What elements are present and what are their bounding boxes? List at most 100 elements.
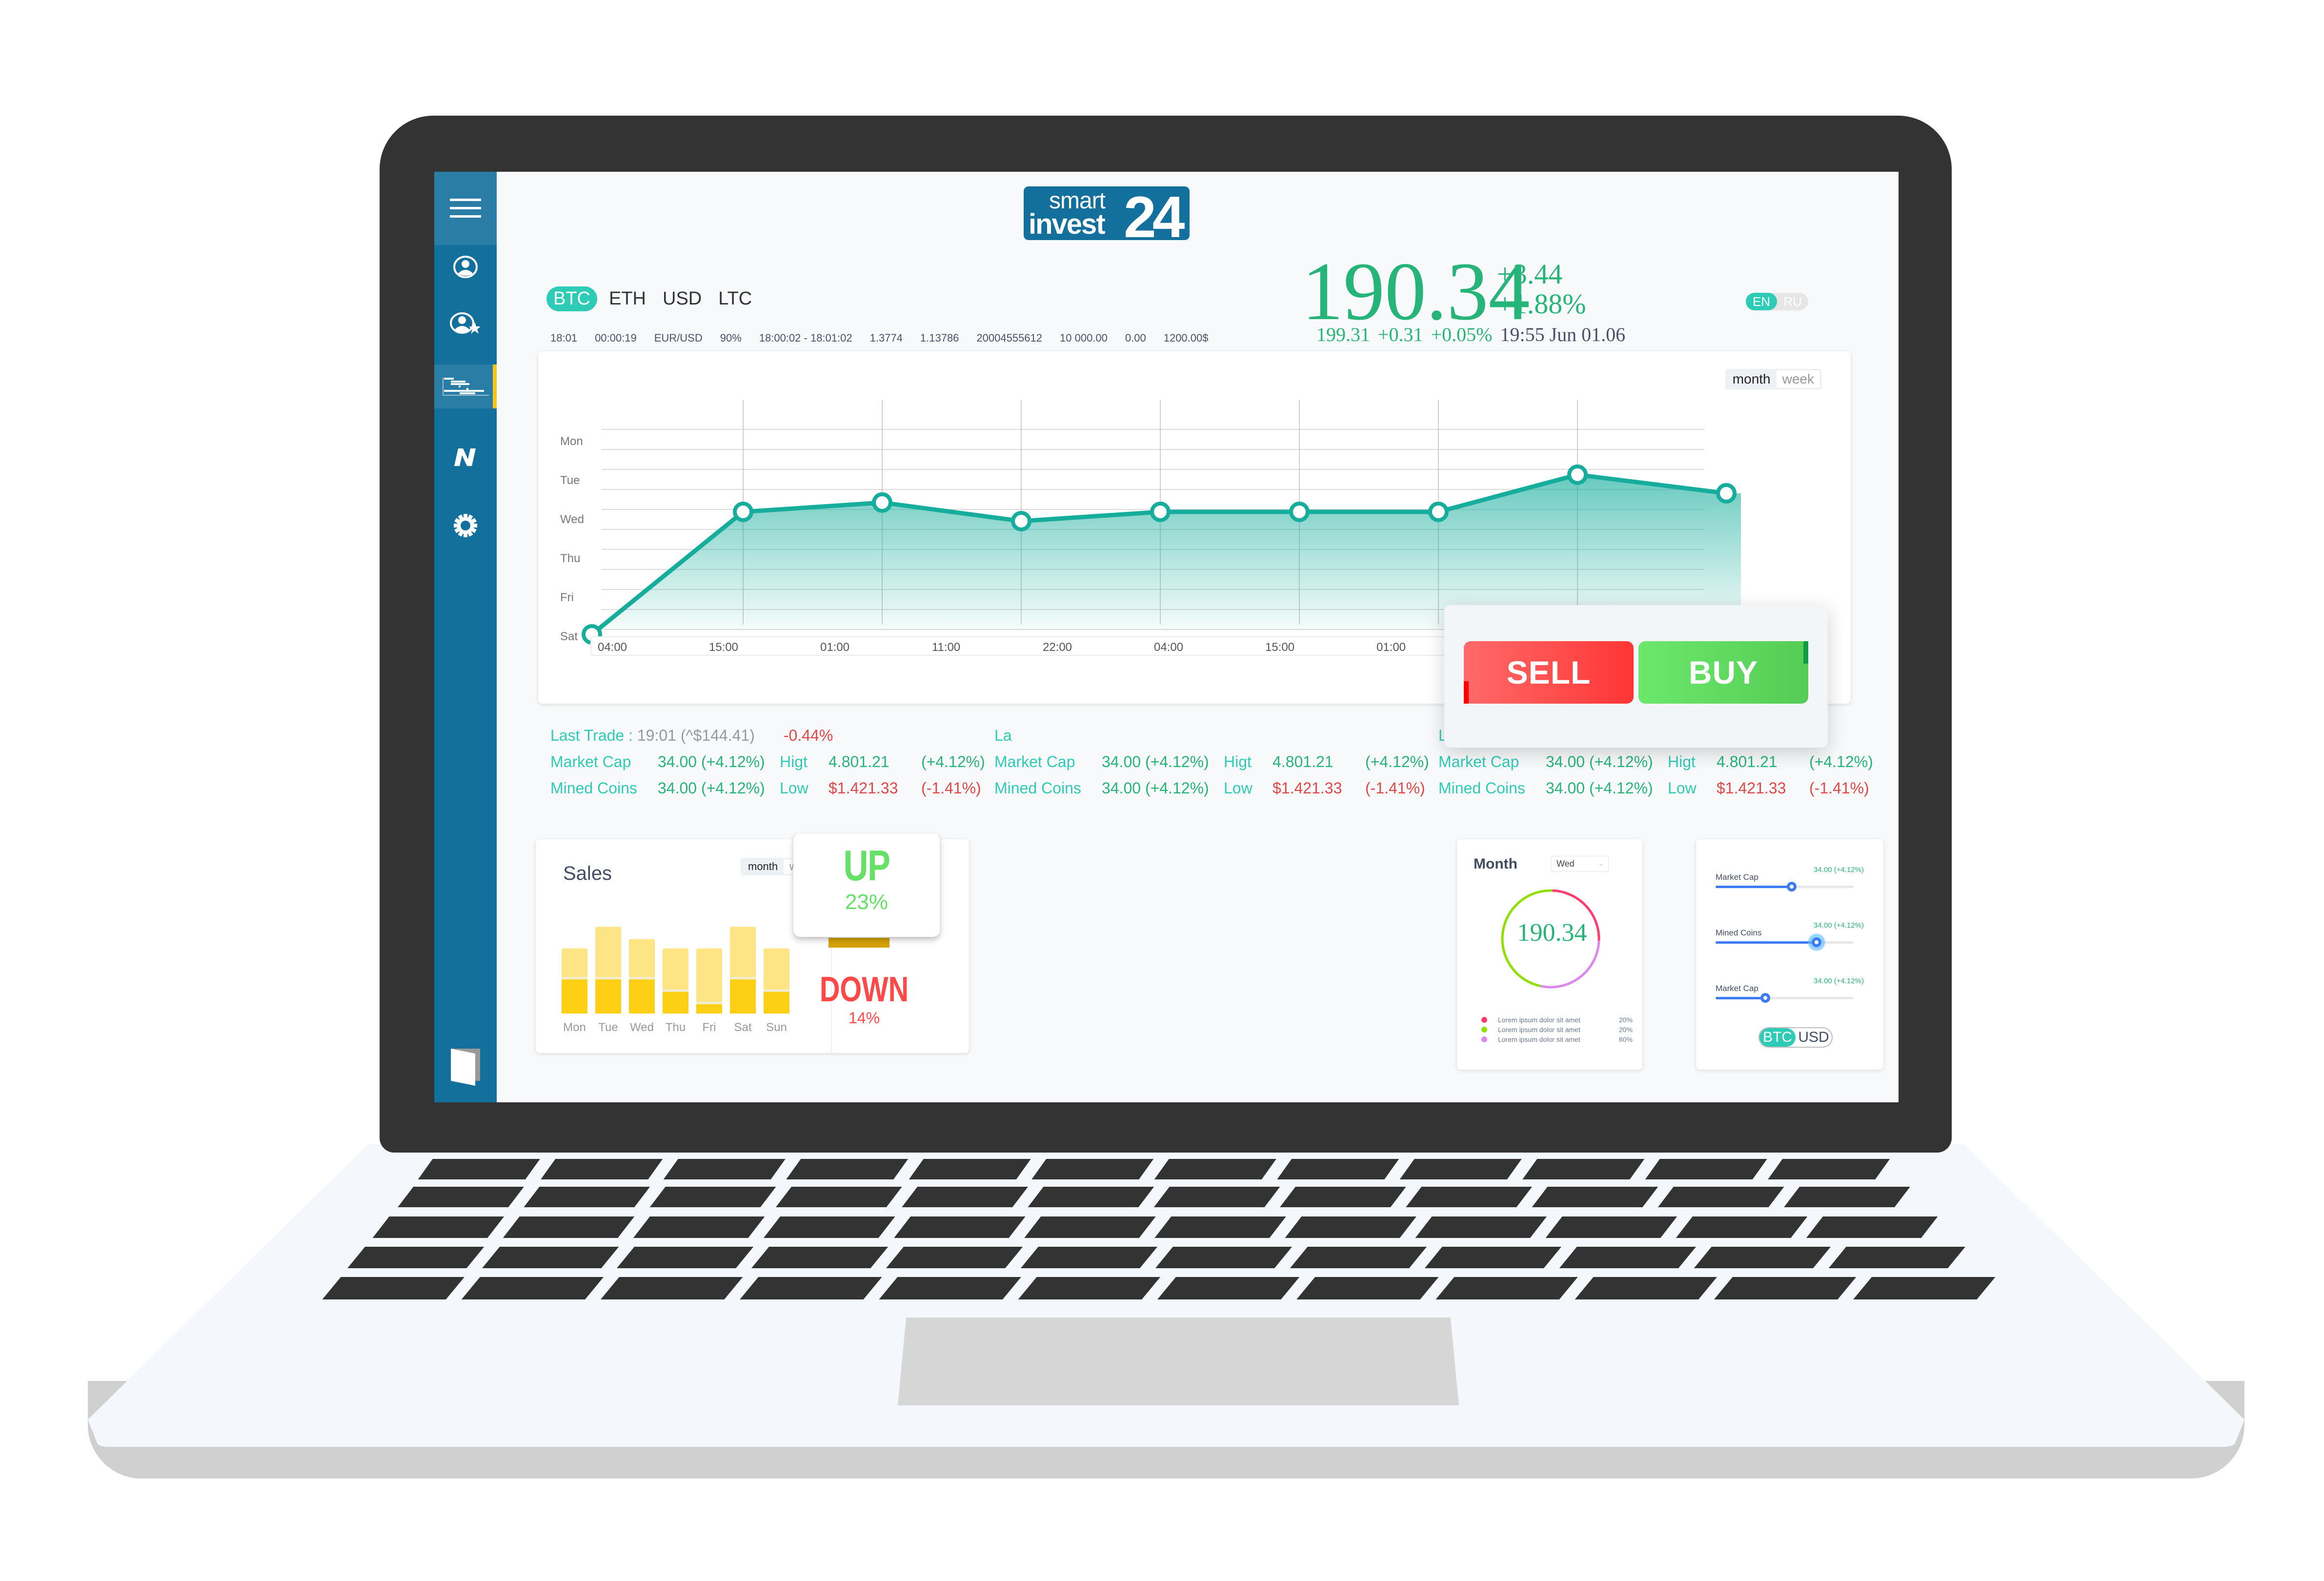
last-trade-label: La [994,727,1012,744]
keyboard-key [1020,1247,1158,1268]
keyboard-key [1853,1277,1996,1299]
sidebar-item-favorites[interactable] [434,289,497,357]
slider-market-cap-2: Market Cap 34.00 (+4.12%) [1716,977,1864,1003]
day-select-value: Wed [1556,858,1575,869]
high-label: Higt [780,753,808,770]
keyboard-key [1153,1187,1280,1207]
high-value: 4.801.21 [1717,753,1778,770]
tab-ltc[interactable]: LTC [713,286,757,311]
ticker-row: 18:01 00:00:19 EUR/USD 90% 18:00:02 - 18… [550,332,1208,345]
mined-coins-label: Mined Coins [994,779,1081,797]
bar-primary [663,992,688,1013]
keyboard-key [1154,1159,1276,1179]
n-logo-icon [454,448,476,466]
legend-dot [1481,1017,1487,1023]
ticker-item: 10 000.00 [1060,332,1108,344]
data-point [1428,501,1449,522]
slider-label: Market Cap [1716,984,1758,993]
market-cap-value: 34.00 (+4.12%) [658,753,765,770]
low-value: $1.421.33 [1717,779,1786,797]
sell-button[interactable]: SELL [1464,641,1634,704]
x-tick-label: 04:00 [1154,641,1183,654]
sidebar-item-gantt[interactable] [434,365,497,408]
keyboard-key [1277,1159,1399,1179]
bar-divider [696,1001,722,1004]
bar-primary [562,979,587,1013]
x-tick-label: 04:00 [598,641,627,654]
keyboard-key [1031,1159,1154,1179]
slider-handle[interactable] [1786,882,1797,892]
period-month[interactable]: month [742,859,784,874]
price-subline: 199.31 +0.31 +0.05% 19:55 Jun 01.06 [1316,323,1625,346]
x-tick-label: 15:00 [1265,641,1294,654]
sub-change-pct: +0.05% [1431,324,1493,345]
tab-btc[interactable]: BTC [546,286,597,311]
up-card: UP 23% [793,833,940,937]
bar-divider [663,989,688,992]
slider-fill [1716,997,1765,999]
hamburger-icon [450,199,481,218]
last-trade-value: 19:01 (^$144.41) [637,727,755,744]
keyboard-key [776,1187,902,1207]
slider-track[interactable] [1716,993,1854,1003]
sidebar-item-profile[interactable] [434,245,497,289]
slider-handle[interactable] [1811,937,1821,947]
y-tick-label: Mon [560,435,583,448]
pair-usd[interactable]: USD [1796,1028,1832,1047]
keyboard-key [1157,1277,1300,1299]
tab-usd[interactable]: USD [658,286,707,311]
sidebar-item-settings[interactable] [434,504,497,547]
slider-track[interactable] [1716,882,1854,892]
period-week[interactable]: week [1776,370,1820,388]
up-value: 23% [845,890,889,914]
donut-segment [1540,940,1600,989]
bar-primary [629,979,655,1013]
period-month[interactable]: month [1727,370,1777,388]
lang-ru[interactable]: RU [1777,293,1808,310]
keyboard-key [786,1159,909,1179]
slider-value: 34.00 (+4.12%) [1814,977,1864,985]
currency-tabs: BTC ETH USD LTC [546,286,757,311]
chart-period-toggle[interactable]: month week [1725,369,1821,389]
high-label: Higt [1668,753,1696,770]
buy-button[interactable]: BUY [1638,641,1808,704]
bar-primary [696,1004,722,1013]
up-indicator-bar [829,938,889,948]
legend-dot [1481,1036,1487,1042]
bar-primary [595,979,621,1013]
ticker-item: 18:01 [550,332,578,344]
tab-eth[interactable]: ETH [604,286,651,311]
day-select[interactable]: Wed ⌄ [1551,856,1609,872]
sidebar-item-news[interactable] [434,435,497,479]
slider-track[interactable] [1716,937,1854,947]
sidebar [434,172,497,1102]
pair-btc[interactable]: BTC [1759,1028,1796,1047]
market-cap-label: Market Cap [1438,753,1519,770]
keyboard-key [649,1187,776,1207]
app-logo[interactable]: smart invest 24 [1024,186,1190,246]
legend-value: 20% [1618,1026,1633,1034]
slider-value: 34.00 (+4.12%) [1814,921,1864,930]
main-content: smart invest 24 BTC ETH USD LTC 18:01 00… [497,172,1899,1102]
sidebar-item-docs[interactable] [434,1045,497,1089]
slider-handle[interactable] [1760,993,1770,1003]
lang-en[interactable]: EN [1746,293,1777,310]
high-value: 4.801.21 [1273,753,1334,770]
screen: smart invest 24 BTC ETH USD LTC 18:01 00… [434,172,1899,1102]
pair-toggle[interactable]: BTC USD [1758,1027,1833,1048]
y-tick-label: Fri [560,591,574,604]
keyboard-key [1714,1277,1857,1299]
keyboard-key [503,1216,635,1238]
language-toggle[interactable]: EN RU [1746,293,1808,310]
low-label: Low [1224,779,1253,797]
keyboard-key [894,1216,1026,1238]
sidebar-item-menu[interactable] [434,172,497,245]
x-tick-label: 22:00 [1043,641,1072,654]
sub-value: 199.31 [1316,324,1370,345]
keyboard-key [1768,1159,1890,1179]
up-label: UP [843,841,890,890]
logo-number: 24 [1124,184,1185,250]
slider-market-cap: Market Cap 34.00 (+4.12%) [1716,866,1864,892]
ticker-item: 90% [720,332,742,344]
keyboard-key [740,1277,882,1299]
